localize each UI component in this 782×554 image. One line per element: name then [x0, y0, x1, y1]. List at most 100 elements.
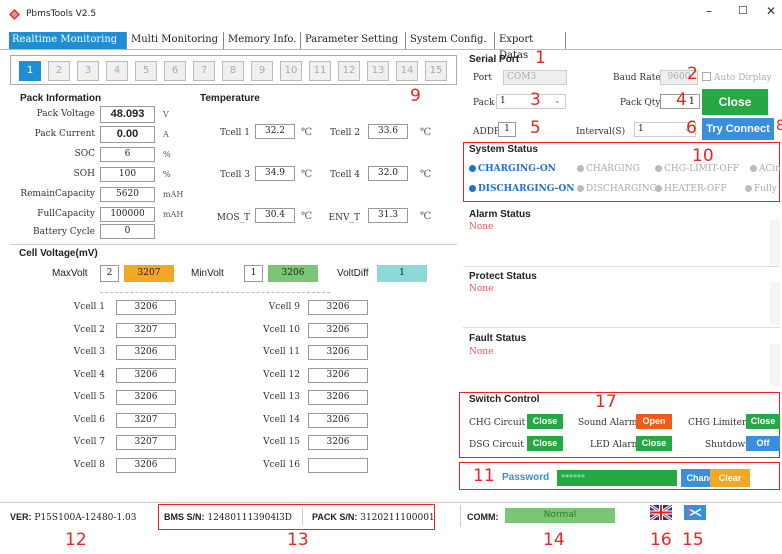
- pack-tab-5[interactable]: 5: [135, 61, 157, 81]
- pack-tab-13[interactable]: 13: [367, 61, 389, 81]
- env-temp-label: ENV_T: [328, 213, 360, 223]
- pack-sn-label: PACK S/N:: [312, 512, 358, 522]
- tab-bar: Realtime Monitoring Multi Monitoring Mem…: [0, 30, 782, 61]
- protect-scrollbar[interactable]: [770, 282, 780, 324]
- version-label: VER:: [10, 512, 32, 522]
- alarm-scrollbar[interactable]: [770, 220, 780, 265]
- marker-15: 15: [682, 530, 704, 550]
- pack-tab-3[interactable]: 3: [77, 61, 99, 81]
- status-discharging-label: DISCHARGING: [586, 184, 657, 194]
- pack-tab-1[interactable]: 1: [19, 61, 41, 81]
- pack-tab-11[interactable]: 11: [309, 61, 331, 81]
- soc-label: SOC: [74, 149, 95, 159]
- marker-13: 13: [287, 530, 309, 550]
- marker-6: 6: [686, 118, 697, 138]
- tab-system-config[interactable]: System Config.: [407, 32, 495, 49]
- dsg-circuit-label: DSG Circuit: [469, 440, 524, 450]
- vcell-label: Vcell 7: [73, 437, 105, 447]
- vcell-value: 3207: [116, 412, 176, 428]
- pack-select-value: 1: [500, 96, 506, 106]
- fault-status-text: None: [469, 347, 494, 357]
- pack-tab-6[interactable]: 6: [164, 61, 186, 81]
- baud-rate-label: Baud Rate: [613, 73, 661, 83]
- minimize-button[interactable]: –: [706, 4, 712, 18]
- pack-tab-14[interactable]: 14: [396, 61, 418, 81]
- divider-dashed: [100, 292, 330, 293]
- addr-input[interactable]: 1: [498, 122, 516, 137]
- remain-capacity-unit: mAH: [163, 190, 184, 199]
- fault-scrollbar[interactable]: [770, 344, 780, 386]
- port-label: Port: [473, 73, 493, 83]
- led-alarm-label: LED Alarm: [590, 440, 641, 450]
- dsg-circuit-button[interactable]: Close: [527, 436, 563, 451]
- vcell-value: 3206: [308, 435, 368, 450]
- pack-tab-4[interactable]: 4: [106, 61, 128, 81]
- interval-select-value: 1: [638, 124, 644, 134]
- divider: [302, 508, 303, 525]
- chg-circuit-button[interactable]: Close: [527, 414, 563, 429]
- auto-display-checkbox[interactable]: [702, 72, 711, 81]
- vcell-label: Vcell 13: [263, 392, 300, 402]
- minvolt-label: MinVolt: [191, 268, 224, 279]
- pack-sn-value: 3120211100001: [360, 513, 435, 523]
- status-dot-icon: [750, 165, 757, 172]
- marker-9: 9: [410, 86, 421, 106]
- marker-11: 11: [473, 466, 495, 486]
- comm-label: COMM:: [467, 512, 499, 522]
- pack-label: Pack: [473, 98, 495, 108]
- sound-alarm-label: Sound Alarm: [578, 418, 638, 428]
- pack-tab-15[interactable]: 15: [425, 61, 447, 81]
- pack-tab-2[interactable]: 2: [48, 61, 70, 81]
- pack-tab-10[interactable]: 10: [280, 61, 302, 81]
- clear-password-button[interactable]: Clear: [710, 469, 750, 487]
- chg-limiter-button[interactable]: Close: [746, 414, 780, 429]
- shutdown-button[interactable]: Off: [746, 436, 780, 451]
- tcell4-label: Tcell 4: [329, 170, 360, 180]
- tcell2-label: Tcell 2: [329, 128, 360, 138]
- disconnect-icon[interactable]: [684, 505, 706, 520]
- close-window-button[interactable]: ✕: [766, 4, 776, 18]
- pack-tab-7[interactable]: 7: [193, 61, 215, 81]
- pack-tab-9[interactable]: 9: [251, 61, 273, 81]
- tcell2-value: 33.6: [368, 124, 408, 139]
- divider: [463, 327, 780, 328]
- pack-voltage-unit: V: [163, 110, 169, 119]
- vcell-value: 3206: [308, 300, 368, 315]
- vcell-value: 3206: [308, 412, 368, 428]
- marker-10: 10: [692, 146, 714, 166]
- status-dot-icon: [469, 185, 476, 192]
- auto-display-label: Auto Dirplay: [714, 73, 772, 83]
- tab-multi-monitoring[interactable]: Multi Monitoring: [128, 32, 224, 49]
- sound-alarm-button[interactable]: Open: [636, 414, 672, 429]
- status-heater-off-label: HEATER-OFF: [664, 184, 727, 194]
- bms-sn-value: 124801113904l3D: [207, 513, 292, 523]
- env-temp-value: 31.3: [368, 208, 408, 223]
- shutdown-label: Shutdown: [705, 440, 752, 450]
- vcell-label: Vcell 10: [263, 324, 300, 335]
- mos-temp-unit: ℃: [301, 211, 313, 222]
- chg-limiter-label: CHG Limiter: [688, 418, 747, 428]
- tab-export-datas[interactable]: Export Datas: [496, 32, 566, 61]
- pack-voltage-label: Pack Voltage: [36, 109, 95, 119]
- marker-4: 4: [676, 90, 687, 110]
- close-port-button[interactable]: Close: [702, 89, 768, 115]
- tab-parameter-setting[interactable]: Parameter Setting: [302, 32, 406, 49]
- version-info: VER: P15S100A-12480-1.03: [10, 512, 137, 523]
- maximize-button[interactable]: ☐: [738, 4, 748, 17]
- uk-flag-icon[interactable]: [650, 505, 672, 520]
- status-fully-label: Fully: [754, 184, 777, 194]
- soh-value: 100: [100, 167, 155, 182]
- vcell-value: 3207: [116, 435, 176, 450]
- maxvolt-index: 2: [100, 265, 119, 282]
- password-input[interactable]: ******: [557, 470, 677, 486]
- port-select[interactable]: COM3: [503, 70, 567, 85]
- led-alarm-button[interactable]: Close: [636, 436, 672, 451]
- try-connect-button[interactable]: Try Connect: [702, 118, 774, 140]
- maxvolt-label: MaxVolt: [52, 268, 88, 279]
- tab-realtime-monitoring[interactable]: Realtime Monitoring: [9, 32, 127, 49]
- tab-memory-info[interactable]: Memory Info.: [225, 32, 301, 49]
- pack-tab-12[interactable]: 12: [338, 61, 360, 81]
- alarm-status-text: None: [469, 222, 494, 232]
- status-dot-icon: [745, 185, 752, 192]
- pack-tab-8[interactable]: 8: [222, 61, 244, 81]
